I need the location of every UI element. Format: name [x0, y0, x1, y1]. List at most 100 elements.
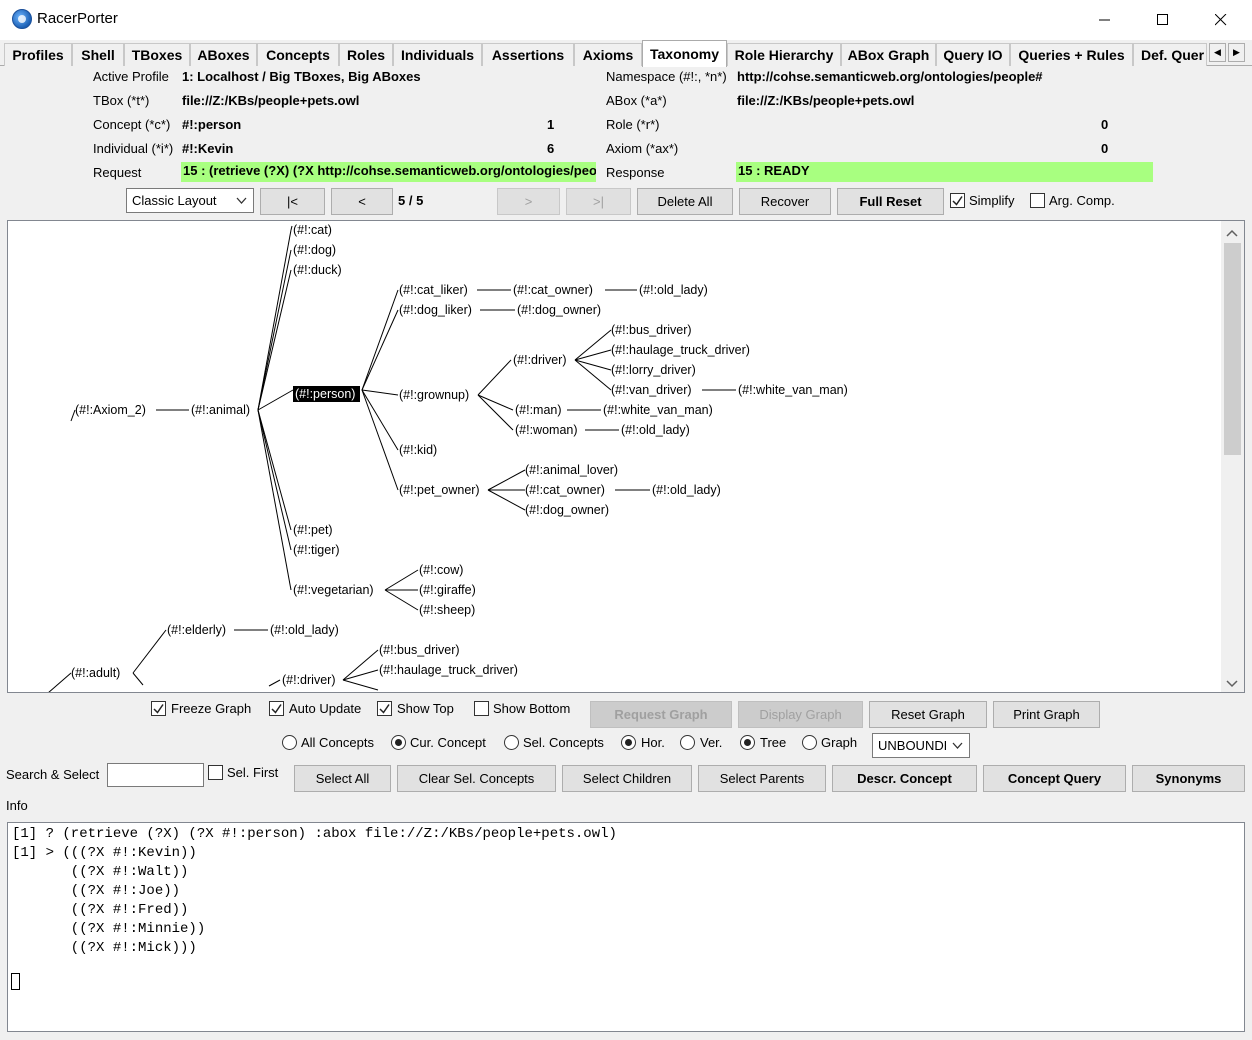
close-icon[interactable] [1192, 0, 1250, 40]
tab-shell[interactable]: Shell [72, 43, 124, 66]
tab-queries-rules[interactable]: Queries + Rules [1010, 43, 1133, 66]
cur-concept-radio[interactable] [391, 735, 406, 750]
tab-individuals[interactable]: Individuals [393, 43, 482, 66]
sel-first-checkbox[interactable] [208, 765, 223, 780]
auto-update-checkbox[interactable] [269, 701, 284, 716]
tab-aboxes[interactable]: ABoxes [190, 43, 257, 66]
graph-node[interactable]: (#!:driver) [513, 353, 566, 367]
delete-all-button[interactable]: Delete All [637, 188, 733, 215]
tab-scroll-right-icon[interactable]: ▶ [1228, 43, 1245, 62]
concept-query-button[interactable]: Concept Query [983, 765, 1126, 792]
graph-node[interactable]: (#!:man) [515, 403, 562, 417]
tab-taxonomy[interactable]: Taxonomy [642, 40, 727, 67]
graph-node[interactable]: (#!:elderly) [167, 623, 226, 637]
minimize-icon[interactable] [1076, 0, 1134, 40]
graph-node[interactable]: (#!:giraffe) [419, 583, 476, 597]
clear-sel-concepts-button[interactable]: Clear Sel. Concepts [397, 765, 556, 792]
display-graph-button[interactable]: Display Graph [738, 701, 863, 728]
full-reset-button[interactable]: Full Reset [837, 188, 944, 215]
maximize-icon[interactable] [1134, 0, 1192, 40]
taxonomy-graph[interactable]: (#!:Axiom_2) (#!:animal) (#!:cat) (#!:do… [7, 220, 1245, 693]
graph-node[interactable]: (#!:kid) [399, 443, 437, 457]
graph-node[interactable]: (#!:white_van_man) [603, 403, 713, 417]
graph-radio[interactable] [802, 735, 817, 750]
select-all-button[interactable]: Select All [294, 765, 391, 792]
graph-node[interactable]: (#!:bus_driver) [379, 643, 460, 657]
last-button[interactable]: >| [566, 188, 631, 215]
depth-select[interactable]: UNBOUNDED [872, 733, 970, 758]
graph-node[interactable]: (#!:haulage_truck_driver) [611, 343, 750, 357]
graph-node[interactable]: (#!:duck) [293, 263, 342, 277]
next-button[interactable]: > [497, 188, 560, 215]
graph-node[interactable]: (#!:cat) [293, 223, 332, 237]
show-top-checkbox[interactable] [377, 701, 392, 716]
tab-tboxes[interactable]: TBoxes [124, 43, 190, 66]
tab-profiles[interactable]: Profiles [4, 43, 72, 66]
sel-concepts-radio[interactable] [504, 735, 519, 750]
graph-node[interactable]: (#!:dog_owner) [525, 503, 609, 517]
arg-comp-checkbox[interactable] [1030, 193, 1045, 208]
scroll-up-icon[interactable] [1226, 226, 1238, 241]
graph-node[interactable]: (#!:haulage_truck_driver) [379, 663, 518, 677]
tab-assertions[interactable]: Assertions [482, 43, 574, 66]
synonyms-button[interactable]: Synonyms [1132, 765, 1245, 792]
tab-def-queries[interactable]: Def. Quer [1133, 43, 1207, 66]
horizontal-radio[interactable] [621, 735, 636, 750]
graph-node[interactable]: (#!:pet) [293, 523, 333, 537]
tab-scroll-left-icon[interactable]: ◀ [1209, 43, 1226, 62]
graph-node[interactable]: (#!:old_lady) [652, 483, 721, 497]
freeze-graph-checkbox[interactable] [151, 701, 166, 716]
graph-node[interactable]: (#!:dog) [293, 243, 336, 257]
graph-scroll-thumb[interactable] [1224, 243, 1241, 455]
first-button[interactable]: |< [260, 188, 325, 215]
graph-node[interactable]: (#!:animal_lover) [525, 463, 618, 477]
print-graph-button[interactable]: Print Graph [993, 701, 1100, 728]
select-children-button[interactable]: Select Children [562, 765, 692, 792]
reset-graph-button[interactable]: Reset Graph [869, 701, 987, 728]
tab-axioms[interactable]: Axioms [574, 43, 642, 66]
graph-node[interactable]: (#!:old_lady) [270, 623, 339, 637]
tab-abox-graph[interactable]: ABox Graph [841, 43, 936, 66]
recover-button[interactable]: Recover [739, 188, 831, 215]
graph-node[interactable]: (#!:adult) [71, 666, 120, 680]
graph-node[interactable]: (#!:tiger) [293, 543, 340, 557]
graph-node[interactable]: (#!:lorry_driver) [611, 363, 696, 377]
graph-node[interactable]: (#!:cow) [419, 563, 463, 577]
graph-node[interactable]: (#!:dog_liker) [399, 303, 472, 317]
vertical-radio[interactable] [680, 735, 695, 750]
search-input[interactable] [107, 763, 204, 787]
tab-roles[interactable]: Roles [339, 43, 393, 66]
select-parents-button[interactable]: Select Parents [698, 765, 826, 792]
scroll-down-icon[interactable] [1226, 677, 1238, 692]
graph-node[interactable]: (#!:old_lady) [621, 423, 690, 437]
tab-role-hierarchy[interactable]: Role Hierarchy [727, 43, 841, 66]
graph-node[interactable]: (#!:white_van_man) [738, 383, 848, 397]
graph-node[interactable]: (#!:driver) [282, 673, 335, 687]
graph-node[interactable]: (#!:Axiom_2) [75, 403, 146, 417]
graph-node[interactable]: (#!:dog_owner) [517, 303, 601, 317]
all-concepts-radio[interactable] [282, 735, 297, 750]
tree-radio[interactable] [740, 735, 755, 750]
descr-concept-button[interactable]: Descr. Concept [832, 765, 977, 792]
simplify-checkbox[interactable] [950, 193, 965, 208]
graph-node[interactable]: (#!:bus_driver) [611, 323, 692, 337]
graph-node[interactable]: (#!:sheep) [419, 603, 475, 617]
request-graph-button[interactable]: Request Graph [590, 701, 732, 728]
graph-node[interactable]: (#!:old_lady) [639, 283, 708, 297]
layout-select[interactable]: Classic Layout [126, 188, 254, 213]
graph-node-selected[interactable]: (#!:person) [295, 387, 355, 401]
graph-node[interactable]: (#!:woman) [515, 423, 578, 437]
show-bottom-checkbox[interactable] [474, 701, 489, 716]
info-console[interactable]: [1] ? (retrieve (?X) (?X #!:person) :abo… [7, 822, 1245, 1032]
prev-button[interactable]: < [331, 188, 393, 215]
graph-node[interactable]: (#!:van_driver) [611, 383, 692, 397]
graph-node[interactable]: (#!:cat_owner) [513, 283, 593, 297]
graph-node[interactable]: (#!:cat_liker) [399, 283, 468, 297]
tab-query-io[interactable]: Query IO [936, 43, 1010, 66]
graph-node[interactable]: (#!:vegetarian) [293, 583, 374, 597]
graph-node[interactable]: (#!:cat_owner) [525, 483, 605, 497]
graph-node[interactable]: (#!:grownup) [399, 388, 469, 402]
graph-node[interactable]: (#!:animal) [191, 403, 250, 417]
tab-concepts[interactable]: Concepts [257, 43, 339, 66]
graph-node[interactable]: (#!:pet_owner) [399, 483, 480, 497]
